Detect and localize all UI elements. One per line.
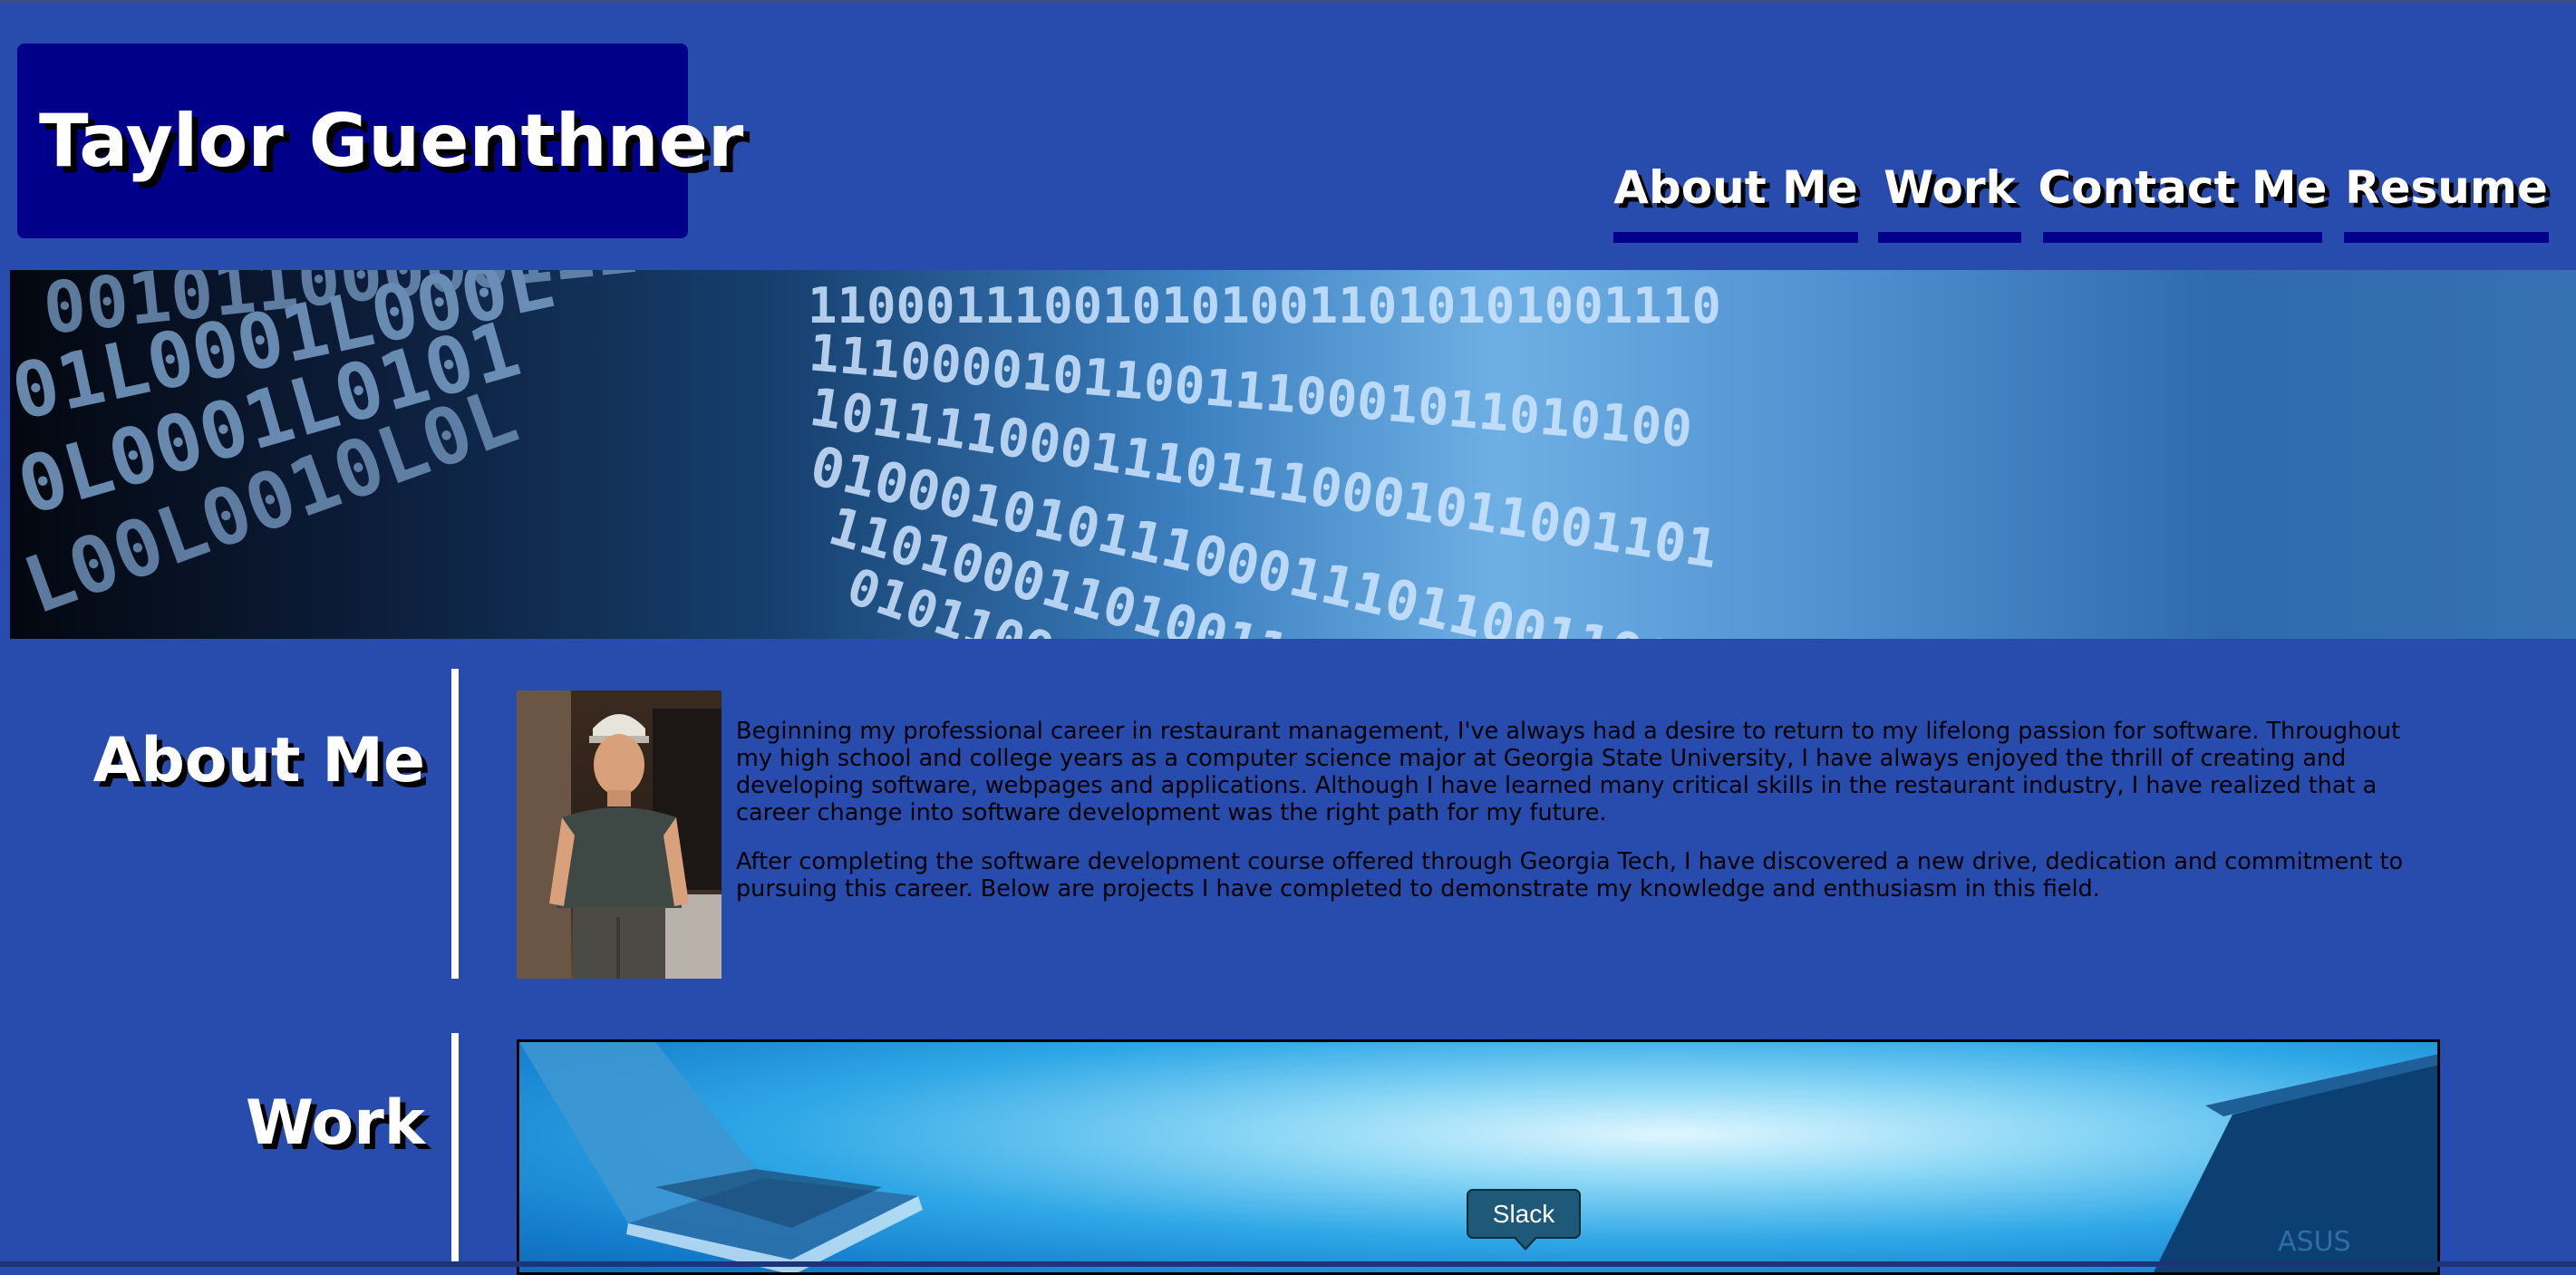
nav-link-work[interactable]: Work [1878, 152, 2021, 243]
laptops-graphic: ASUS [519, 1042, 2437, 1272]
binary-pattern-graphic: 001011000001110 01L0001L000L 0L0001L0101… [10, 270, 1722, 639]
profile-photo [517, 691, 721, 979]
window-bottom-edge [0, 1261, 2576, 1267]
person-portrait-graphic [517, 691, 721, 979]
nav-link-contact-me[interactable]: Contact Me [2039, 152, 2327, 243]
work-divider [451, 1033, 459, 1267]
about-divider [451, 669, 459, 979]
work-heading: Work [245, 1087, 425, 1159]
site-title-box: Taylor Guenthner [17, 43, 743, 238]
bio-paragraph: Beginning my professional career in rest… [736, 718, 2401, 826]
window-top-edge [0, 0, 2576, 3]
svg-text:110001110010101001101010100111: 1100011100101010011010101001110 [808, 277, 1721, 334]
tooltip-pointer-fill [1516, 1237, 1535, 1248]
work-project-image[interactable]: ASUS [517, 1039, 2440, 1275]
about-bio: Beginning my professional career in rest… [736, 718, 2431, 924]
about-heading: About Me [92, 725, 425, 797]
bio-paragraph: After completing the software developmen… [736, 848, 2404, 903]
nav-link-about-me[interactable]: About Me [1613, 152, 1858, 243]
slack-tooltip: Slack [1467, 1189, 1581, 1239]
nav-link-resume[interactable]: Resume [2344, 152, 2549, 243]
svg-text:ASUS: ASUS [2278, 1226, 2351, 1258]
site-title: Taylor Guenthner [39, 98, 744, 183]
binary-banner-image: 001011000001110 01L0001L000L 0L0001L0101… [10, 270, 2576, 639]
